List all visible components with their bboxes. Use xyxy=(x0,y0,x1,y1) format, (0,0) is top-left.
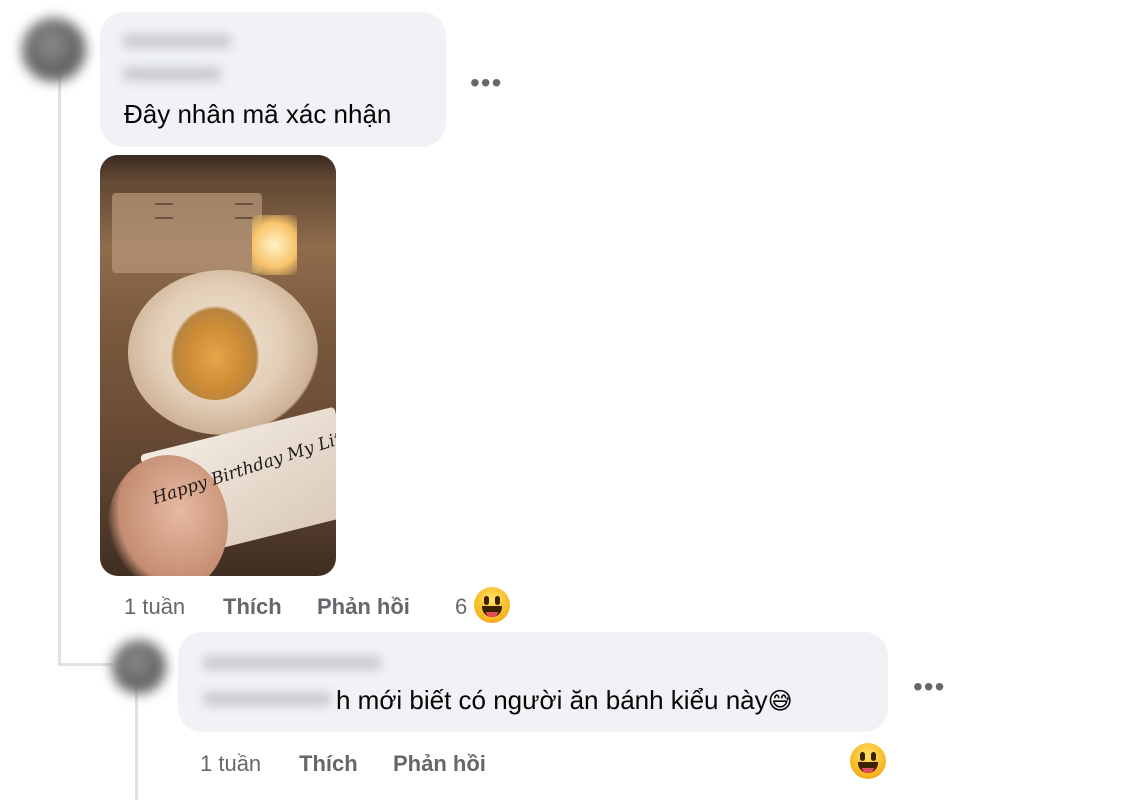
comment-bubble: Đây nhân mã xác nhận xyxy=(100,12,446,147)
fridge-vent xyxy=(235,203,253,219)
reply-commenter-badge-redacted xyxy=(202,692,332,706)
like-button[interactable]: Thích xyxy=(223,594,282,620)
reply-text-content: h mới biết có người ăn bánh kiểu này xyxy=(336,685,768,715)
reply-text: h mới biết có người ăn bánh kiểu này😅 xyxy=(336,684,793,717)
grinning-face-icon[interactable] xyxy=(474,587,510,623)
thread-line-reply xyxy=(135,680,138,800)
comment-text: Đây nhân mã xác nhận xyxy=(124,99,392,129)
reply-reply-button[interactable]: Phản hồi xyxy=(393,751,486,777)
sweat-smile-icon: 😅 xyxy=(767,687,793,715)
cake-eaten-center xyxy=(170,305,260,400)
commenter-badge-redacted xyxy=(122,67,222,81)
comment-photo[interactable]: Happy Birthday My Little Princess xyxy=(100,155,336,576)
reply-commenter-avatar[interactable] xyxy=(112,640,166,694)
thread-line-vertical xyxy=(58,70,61,665)
commenter-avatar[interactable] xyxy=(22,18,86,82)
reply-like-button[interactable]: Thích xyxy=(299,751,358,777)
comment-time[interactable]: 1 tuần xyxy=(124,594,185,620)
reply-button[interactable]: Phản hồi xyxy=(317,594,410,620)
fridge-vent xyxy=(155,203,173,219)
fridge-top xyxy=(100,155,336,185)
reply-commenter-name-redacted[interactable] xyxy=(202,656,382,670)
reply-time[interactable]: 1 tuần xyxy=(200,751,261,777)
comment-more-options-button[interactable]: ••• xyxy=(470,69,502,97)
reply-bubble: h mới biết có người ăn bánh kiểu này😅 xyxy=(178,632,888,732)
thread-line-branch xyxy=(58,663,113,666)
reaction-count[interactable]: 6 xyxy=(455,594,467,620)
grinning-face-icon[interactable] xyxy=(850,743,886,779)
commenter-name-redacted[interactable] xyxy=(122,34,232,48)
fridge-light xyxy=(252,215,297,275)
reply-more-options-button[interactable]: ••• xyxy=(913,673,945,701)
